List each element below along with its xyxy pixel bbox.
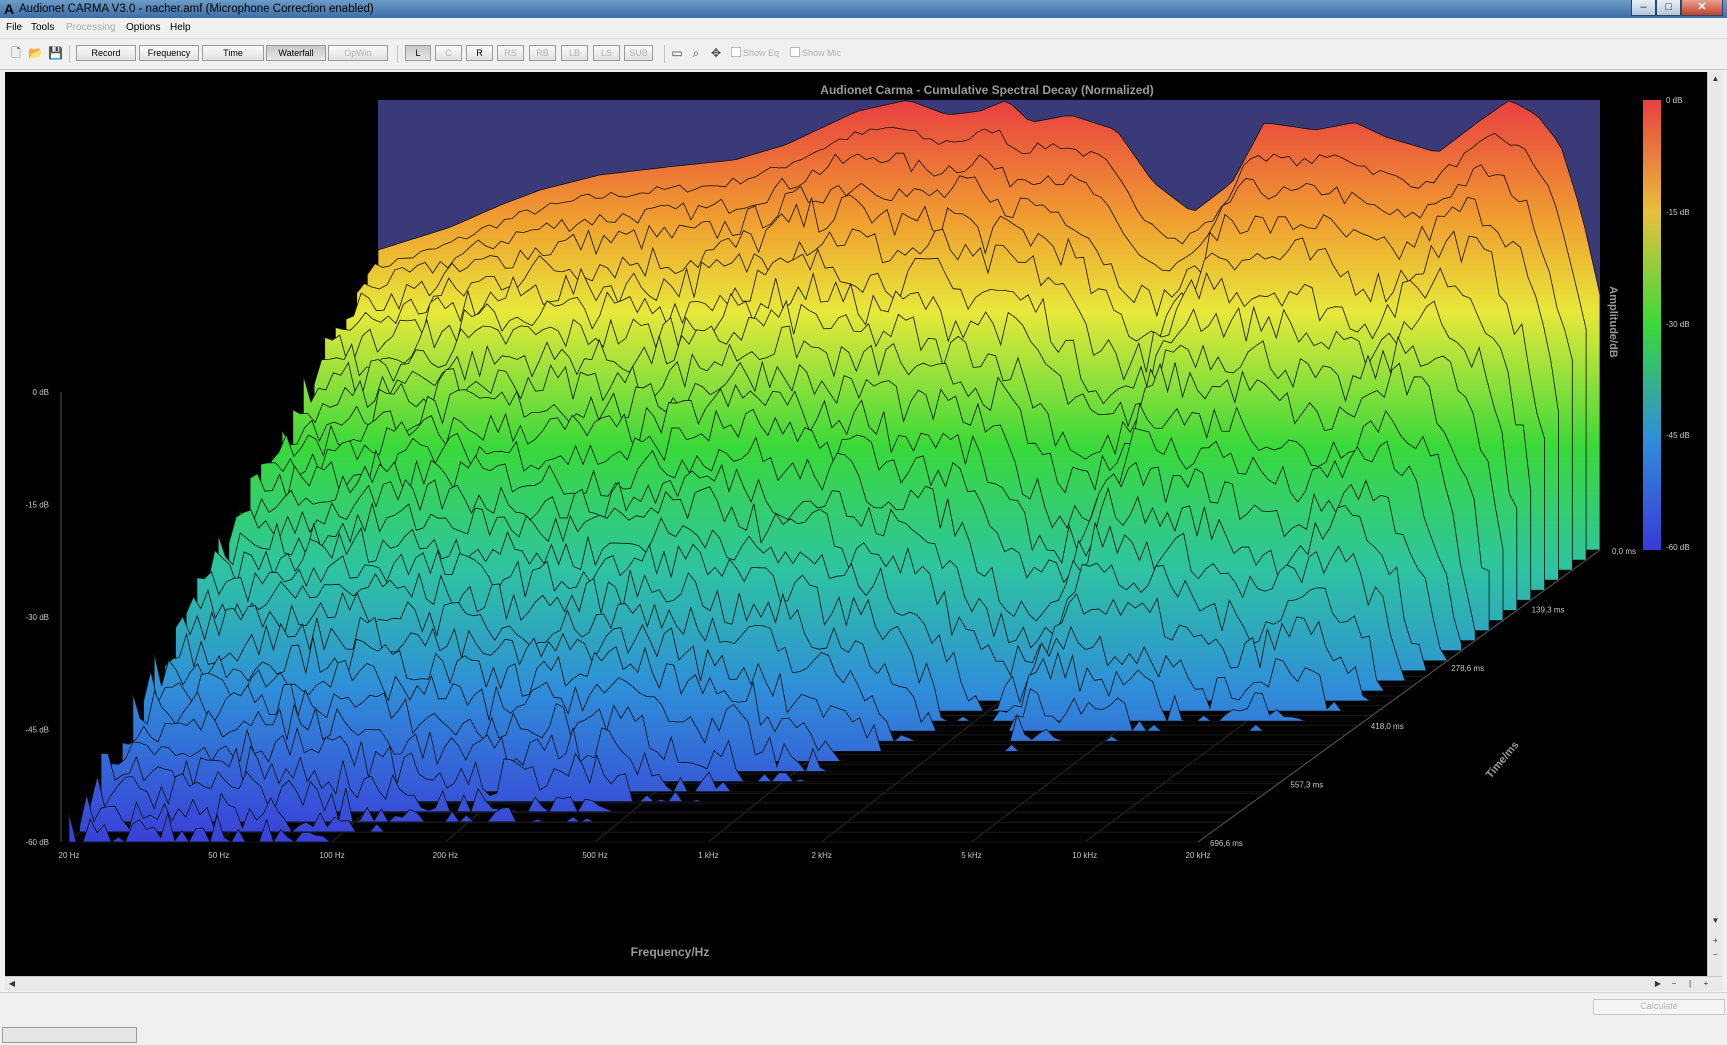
y-tick-label: -15 dB (25, 501, 49, 510)
calculate-button[interactable]: Calculate (1593, 999, 1725, 1015)
zoom-in-icon[interactable]: + (1708, 934, 1723, 948)
waterfall-button[interactable]: Waterfall (266, 45, 326, 61)
toolbar-separator (664, 45, 665, 63)
time-button[interactable]: Time (202, 45, 264, 61)
restore-button[interactable]: □ (1656, 0, 1681, 16)
channel-sub-button[interactable]: SUB (624, 45, 653, 61)
record-button[interactable]: Record (76, 45, 136, 61)
x-tick-label: 50 Hz (208, 851, 229, 860)
waterfall-plot[interactable]: 0 dB -15 dB -30 dB -45 dB -60 dB 20 Hz 50 Hz 10… (5, 72, 1707, 976)
progress-bar (2, 1027, 137, 1043)
x-tick-label: 20 kHz (1186, 851, 1211, 860)
h-zoom-in-icon[interactable]: + (1699, 977, 1713, 991)
x-tick-label: 200 Hz (433, 851, 458, 860)
chart-title: Audionet Carma - Cumulative Spectral Dec… (820, 83, 1153, 97)
checkbox-icon (790, 47, 800, 57)
menu-file[interactable]: File (6, 22, 22, 33)
z-tick-label: 418,0 ms (1371, 722, 1404, 731)
colorbar-tick: -15 dB (1666, 208, 1690, 217)
colorbar-gradient (1643, 100, 1661, 550)
y-tick-label: -60 dB (25, 838, 49, 847)
show-mic-label: Show Mic (802, 48, 842, 58)
z-tick-label: 139,3 ms (1532, 605, 1565, 614)
toolbar-separator (69, 45, 70, 63)
scroll-right-icon[interactable]: ▶ (1651, 977, 1665, 991)
colorbar: 0 dB -15 dB -30 dB -45 dB -60 dB (1643, 96, 1690, 552)
colorbar-tick: -45 dB (1666, 431, 1690, 440)
channel-rb-button[interactable]: RB (529, 45, 556, 61)
checkbox-icon (731, 47, 741, 57)
menu-help[interactable]: Help (170, 22, 191, 33)
pan-move-icon[interactable]: ✥ (709, 46, 723, 60)
menu-processing[interactable]: Processing (66, 22, 115, 33)
x-tick-label: 20 Hz (59, 851, 80, 860)
toolbar: 🗋 📂 💾 Record Frequency Time Waterfall Op… (0, 39, 1727, 70)
z-tick-label: 278,6 ms (1451, 664, 1484, 673)
x-tick-label: 10 kHz (1072, 851, 1097, 860)
vertical-scrollbar[interactable]: ▲ ▼ + − (1707, 72, 1723, 976)
x-tick-label: 100 Hz (319, 851, 344, 860)
x-tick-label: 1 kHz (698, 851, 718, 860)
y-tick-label: -30 dB (25, 613, 49, 622)
window-controls: – □ ✕ (1631, 0, 1723, 16)
show-mic-checkbox[interactable]: Show Mic (790, 47, 841, 58)
colorbar-tick: -60 dB (1666, 543, 1690, 552)
app-logo-icon: A (3, 1, 15, 17)
y-axis-label: Amplitude/dB (1607, 286, 1619, 358)
scroll-up-icon[interactable]: ▲ (1708, 72, 1723, 86)
frequency-button[interactable]: Frequency (139, 45, 199, 61)
colorbar-tick: 0 dB (1666, 96, 1682, 105)
show-eq-checkbox[interactable]: Show Eq (731, 47, 779, 58)
close-button[interactable]: ✕ (1681, 0, 1723, 16)
scroll-down-icon[interactable]: ▼ (1708, 914, 1723, 928)
z-tick-label: 557,3 ms (1290, 781, 1323, 790)
colorbar-tick: -30 dB (1666, 320, 1690, 329)
z-tick-label: 696,6 ms (1210, 839, 1243, 848)
z-tick-label: 0,0 ms (1612, 547, 1636, 556)
window-layout-icon[interactable]: ▭ (670, 46, 684, 60)
horizontal-scrollbar[interactable]: ◀ ▶ − | + (5, 976, 1722, 991)
channel-lb-button[interactable]: LB (561, 45, 588, 61)
x-tick-label: 500 Hz (582, 851, 607, 860)
channel-rs-button[interactable]: RS (497, 45, 524, 61)
menu-options[interactable]: Options (126, 22, 160, 33)
toolbar-separator (397, 45, 398, 63)
h-zoom-out-icon[interactable]: − (1667, 977, 1681, 991)
waterfall-svg: 0 dB -15 dB -30 dB -45 dB -60 dB 20 Hz 50 Hz 10… (25, 83, 1690, 959)
channel-ls-button[interactable]: LS (593, 45, 620, 61)
opwin-button[interactable]: OpWin (328, 45, 388, 61)
x-axis-label: Frequency/Hz (631, 945, 710, 959)
x-tick-label: 5 kHz (961, 851, 981, 860)
menu-bar: File Tools Processing Options Help (0, 18, 1727, 39)
channel-l-button[interactable]: L (405, 45, 431, 61)
open-folder-icon[interactable]: 📂 (28, 46, 43, 60)
scroll-left-icon[interactable]: ◀ (5, 977, 19, 991)
h-zoom-pipe-icon[interactable]: | (1683, 977, 1697, 991)
new-file-icon[interactable]: 🗋 (9, 46, 23, 60)
window-title: Audionet CARMA V3.0 - nacher.amf (Microp… (19, 3, 374, 15)
menu-tools[interactable]: Tools (31, 22, 54, 33)
status-bar: Calculate (0, 992, 1727, 1045)
y-tick-label: -45 dB (25, 726, 49, 735)
save-disk-icon[interactable]: 💾 (48, 46, 63, 60)
minimize-button[interactable]: – (1631, 0, 1656, 16)
y-tick-label: 0 dB (33, 388, 49, 397)
zoom-icon[interactable]: ⌕ (689, 46, 703, 60)
title-bar: A Audionet CARMA V3.0 - nacher.amf (Micr… (0, 0, 1727, 18)
z-axis-label: Time/ms (1484, 739, 1522, 781)
channel-r-button[interactable]: R (466, 45, 493, 61)
x-tick-label: 2 kHz (811, 851, 831, 860)
zoom-out-icon[interactable]: − (1708, 948, 1723, 962)
channel-c-button[interactable]: C (435, 45, 462, 61)
show-eq-label: Show Eq (743, 48, 780, 58)
